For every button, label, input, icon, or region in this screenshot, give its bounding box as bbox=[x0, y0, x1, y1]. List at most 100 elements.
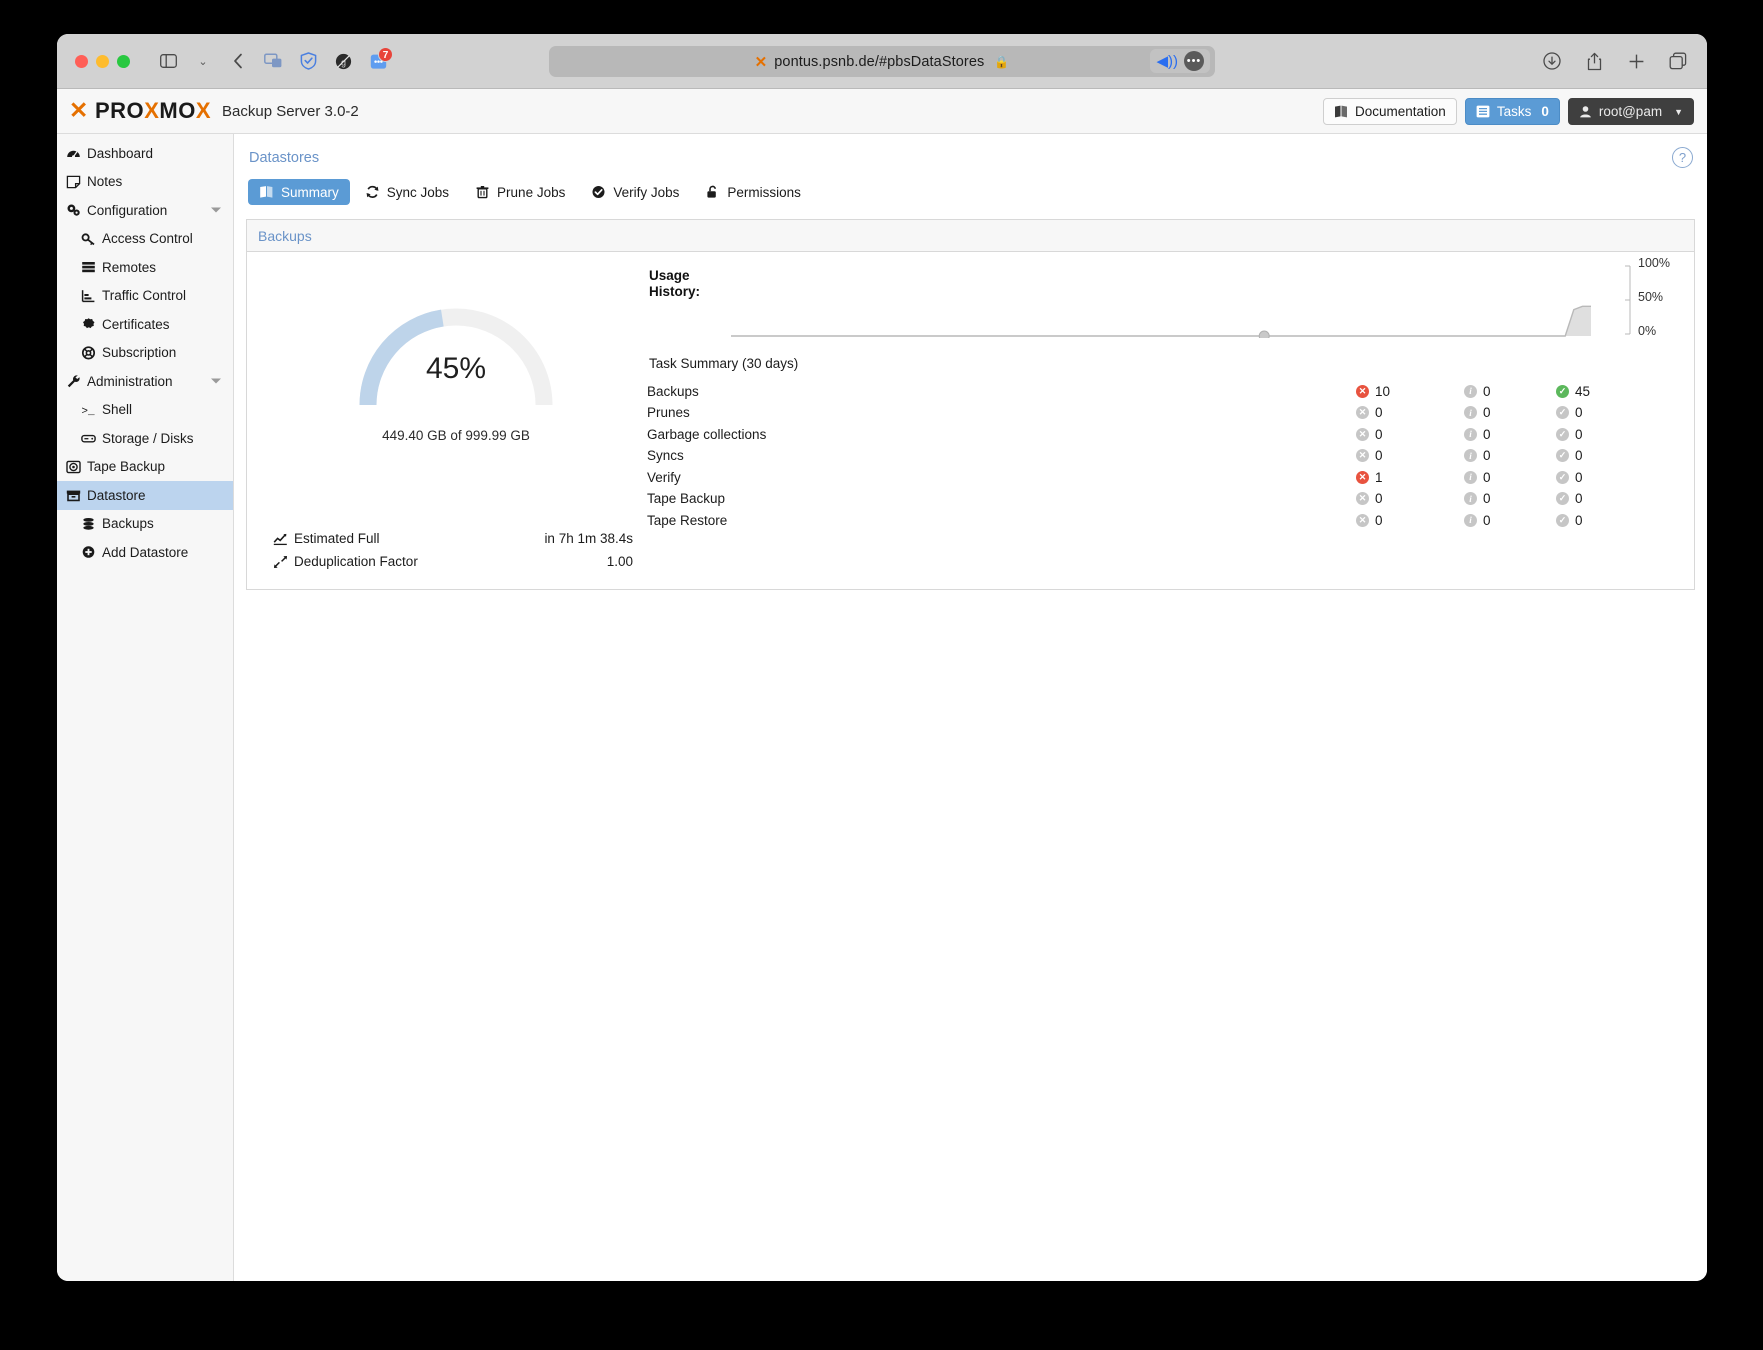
key-icon bbox=[81, 232, 100, 246]
sidebar-item-label: Remotes bbox=[102, 259, 157, 275]
sidebar-item-shell[interactable]: >_ Shell bbox=[57, 396, 233, 425]
sidebar-item-label: Notes bbox=[87, 174, 123, 190]
address-bar[interactable]: ✕ pontus.psnb.de/#pbsDataStores 🔒 ◀)) ••… bbox=[549, 46, 1215, 77]
stat-value: 1.00 bbox=[606, 554, 633, 569]
check-circle-icon bbox=[592, 186, 605, 198]
sidebar-item-certificates[interactable]: Certificates bbox=[57, 310, 233, 339]
chevron-down-icon: ▼ bbox=[1674, 106, 1683, 117]
chart-line-icon bbox=[273, 533, 287, 545]
chevron-down-icon[interactable]: ⌄ bbox=[187, 47, 219, 75]
shield-icon[interactable] bbox=[292, 47, 324, 75]
sidebar-item-access-control[interactable]: Access Control bbox=[57, 225, 233, 254]
browser-window: ⌄ g 7 ✕ pontus.psnb.de/#pbsData bbox=[57, 34, 1707, 1281]
extension-badge-count: 7 bbox=[378, 47, 393, 62]
main-content: Datastores ? Summary Sync Jobs Prune Jobs V… bbox=[234, 134, 1707, 1281]
info-status-icon: i bbox=[1464, 384, 1477, 398]
sidebar-item-configuration[interactable]: Configuration bbox=[57, 196, 233, 225]
panel-title: Backups bbox=[247, 220, 1694, 252]
task-ok-count: 0 bbox=[1575, 405, 1583, 421]
user-label: root@pam bbox=[1598, 104, 1663, 119]
task-ok-cell: ✓ 0 bbox=[1556, 488, 1676, 510]
lifebuoy-icon bbox=[81, 346, 100, 360]
sidebar-item-traffic-control[interactable]: Traffic Control bbox=[57, 282, 233, 311]
share-icon[interactable] bbox=[1581, 47, 1607, 75]
task-ok-cell: ✓ 0 bbox=[1556, 424, 1676, 446]
sidebar-item-subscription[interactable]: Subscription bbox=[57, 339, 233, 368]
help-icon[interactable]: ? bbox=[1672, 147, 1693, 168]
task-name: Backups bbox=[647, 383, 699, 399]
site-favicon-icon: ✕ bbox=[754, 53, 768, 71]
task-err-count: 0 bbox=[1375, 512, 1383, 528]
task-err-count: 0 bbox=[1375, 491, 1383, 507]
sidebar-item-remotes[interactable]: Remotes bbox=[57, 253, 233, 282]
sidebar-item-label: Backups bbox=[102, 516, 154, 532]
tab-overview-icon[interactable] bbox=[1665, 47, 1691, 75]
url-text: pontus.psnb.de/#pbsDataStores bbox=[774, 53, 985, 70]
server-icon bbox=[82, 262, 95, 273]
tab-permissions[interactable]: Permissions bbox=[694, 179, 812, 205]
documentation-button[interactable]: Documentation bbox=[1323, 98, 1457, 125]
database-icon bbox=[81, 517, 100, 531]
success-status-icon: ✓ bbox=[1556, 513, 1569, 527]
info-status-icon: i bbox=[1464, 406, 1477, 420]
sidebar-item-dashboard[interactable]: Dashboard bbox=[57, 139, 233, 168]
extension-icon[interactable]: 7 bbox=[362, 47, 394, 75]
tasks-button[interactable]: Tasks 0 bbox=[1464, 98, 1560, 125]
success-status-icon: ✓ bbox=[1556, 384, 1569, 398]
sidebar-item-label: Administration bbox=[87, 373, 173, 389]
sidebar-item-add-datastore[interactable]: Add Datastore bbox=[57, 538, 233, 567]
window-traffic-lights[interactable] bbox=[75, 54, 130, 68]
tab-summary[interactable]: Summary bbox=[248, 179, 350, 205]
new-tab-icon[interactable] bbox=[1623, 47, 1649, 75]
task-info-count: 0 bbox=[1483, 405, 1491, 421]
info-status-icon: i bbox=[1464, 449, 1477, 463]
sidebar-item-datastore[interactable]: Datastore bbox=[57, 481, 233, 510]
documentation-label: Documentation bbox=[1355, 104, 1446, 119]
close-window-button[interactable] bbox=[75, 54, 88, 68]
usage-history-chart: 100% 50% 0% bbox=[647, 256, 1676, 344]
more-icon[interactable]: ••• bbox=[1184, 51, 1204, 71]
sidebar-item-label: Dashboard bbox=[87, 145, 154, 161]
logo-text: PROXMOX bbox=[95, 98, 212, 123]
sidebar-item-label: Subscription bbox=[102, 345, 177, 361]
gears-icon bbox=[67, 204, 80, 216]
sidebar-item-label: Datastore bbox=[87, 487, 146, 503]
error-status-icon: ✕ bbox=[1356, 427, 1369, 441]
sidebar-item-storage-disks[interactable]: Storage / Disks bbox=[57, 424, 233, 453]
task-info-cell: i 0 bbox=[1464, 424, 1556, 446]
sidebar-item-label: Access Control bbox=[102, 231, 193, 247]
key-icon bbox=[81, 233, 95, 245]
minimize-window-button[interactable] bbox=[96, 54, 109, 68]
task-info-cell: i 0 bbox=[1464, 510, 1556, 532]
speaker-icon[interactable]: ◀)) bbox=[1156, 52, 1178, 70]
sidebar-icon[interactable] bbox=[152, 47, 184, 75]
sidebar-item-notes[interactable]: Notes bbox=[57, 168, 233, 197]
gears-icon bbox=[66, 203, 85, 217]
task-info-count: 0 bbox=[1483, 426, 1491, 442]
tab-group-icon[interactable] bbox=[257, 47, 289, 75]
plus-circle-icon bbox=[82, 546, 95, 559]
sidebar-nav: Dashboard Notes Configuration Access Contro… bbox=[57, 139, 233, 567]
tab-verify-jobs[interactable]: Verify Jobs bbox=[580, 179, 690, 205]
breadcrumb[interactable]: Datastores bbox=[246, 144, 1695, 166]
download-icon[interactable] bbox=[1539, 47, 1565, 75]
ghostery-icon[interactable]: g bbox=[327, 47, 359, 75]
user-menu-button[interactable]: root@pam ▼ bbox=[1567, 98, 1694, 125]
sidebar-item-tape-backup[interactable]: Tape Backup bbox=[57, 453, 233, 482]
sidebar-item-backups[interactable]: Backups bbox=[57, 510, 233, 539]
maximize-window-button[interactable] bbox=[117, 54, 130, 68]
table-row: Tape Backup ✕ 0 i 0 ✓ 0 bbox=[647, 488, 1676, 510]
proxmox-logo[interactable]: ✕ PROXMOX bbox=[63, 99, 211, 123]
sidebar-item-administration[interactable]: Administration bbox=[57, 367, 233, 396]
back-icon[interactable] bbox=[222, 47, 254, 75]
unlock-icon bbox=[705, 185, 720, 199]
task-summary-table: Backups ✕ 10 i 0 ✓ 45 Prunes ✕ 0 i 0 ✓ 0… bbox=[647, 381, 1676, 532]
tab-sync-jobs[interactable]: Sync Jobs bbox=[354, 179, 460, 205]
usage-history-plot bbox=[731, 266, 1591, 338]
tab-label: Summary bbox=[281, 184, 339, 200]
info-status-icon: i bbox=[1464, 513, 1477, 527]
chevron-down-icon[interactable] bbox=[211, 378, 221, 384]
tab-prune-jobs[interactable]: Prune Jobs bbox=[464, 179, 576, 205]
chevron-down-icon[interactable] bbox=[211, 207, 221, 213]
address-bar-right-controls[interactable]: ◀)) ••• bbox=[1150, 49, 1210, 73]
